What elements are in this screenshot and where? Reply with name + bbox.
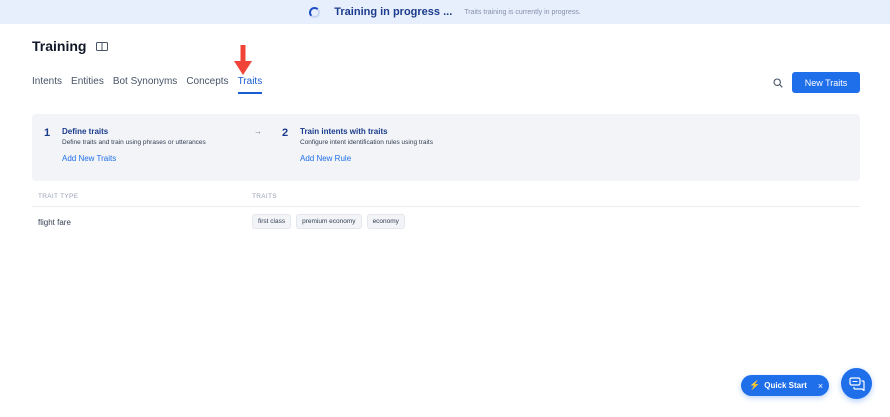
spinner-icon [309,6,321,18]
add-new-traits-link[interactable]: Add New Traits [62,154,206,163]
page-title: Training [32,38,87,54]
table-row[interactable]: flight fare first class premium economy … [32,210,860,236]
step-description: Define traits and train using phrases or… [62,139,206,146]
step-1: 1 Define traits Define traits and train … [44,127,206,163]
step-number: 1 [44,127,51,139]
chat-icon [848,376,865,391]
quick-start-button[interactable]: ⚡ Quick Start × [741,375,829,396]
step-number: 2 [282,127,289,139]
step-2: 2 Train intents with traits Configure in… [282,127,433,163]
quick-start-label: Quick Start [764,381,807,390]
traits-cell: first class premium economy economy [252,214,405,229]
trait-chip: first class [252,214,292,229]
trait-chip: premium economy [296,214,362,229]
tab-entities[interactable]: Entities [71,76,104,94]
book-icon[interactable] [96,41,109,51]
chat-button[interactable] [841,368,872,399]
red-arrow-annotation [234,45,252,75]
tab-concepts[interactable]: Concepts [186,76,228,94]
tab-bar: Intents Entities Bot Synonyms Concepts T… [32,76,262,94]
search-icon[interactable] [773,78,783,88]
trait-chip: economy [366,214,405,229]
step-description: Configure intent identification rules us… [300,139,433,146]
banner-subtitle: Traits training is currently in progress… [464,8,581,16]
tab-traits[interactable]: Traits [237,76,262,94]
page-header: Training [32,38,109,54]
table-header: TRAIT TYPE TRAITS [32,193,860,207]
add-new-rule-link[interactable]: Add New Rule [300,154,433,163]
step-title: Define traits [62,127,109,136]
column-header-trait-type: TRAIT TYPE [38,193,79,200]
steps-panel: 1 Define traits Define traits and train … [32,114,860,181]
arrow-right-icon: → [254,127,262,136]
column-header-traits: TRAITS [252,193,277,200]
tab-bot-synonyms[interactable]: Bot Synonyms [113,76,177,94]
tab-intents[interactable]: Intents [32,76,62,94]
close-icon[interactable]: × [818,381,823,391]
bolt-icon: ⚡ [749,380,761,390]
training-banner: Training in progress ... Traits training… [0,0,890,24]
banner-title: Training in progress ... [334,6,453,18]
new-traits-button[interactable]: New Traits [792,72,860,93]
step-title: Train intents with traits [300,127,388,136]
trait-type-cell: flight fare [38,218,71,227]
